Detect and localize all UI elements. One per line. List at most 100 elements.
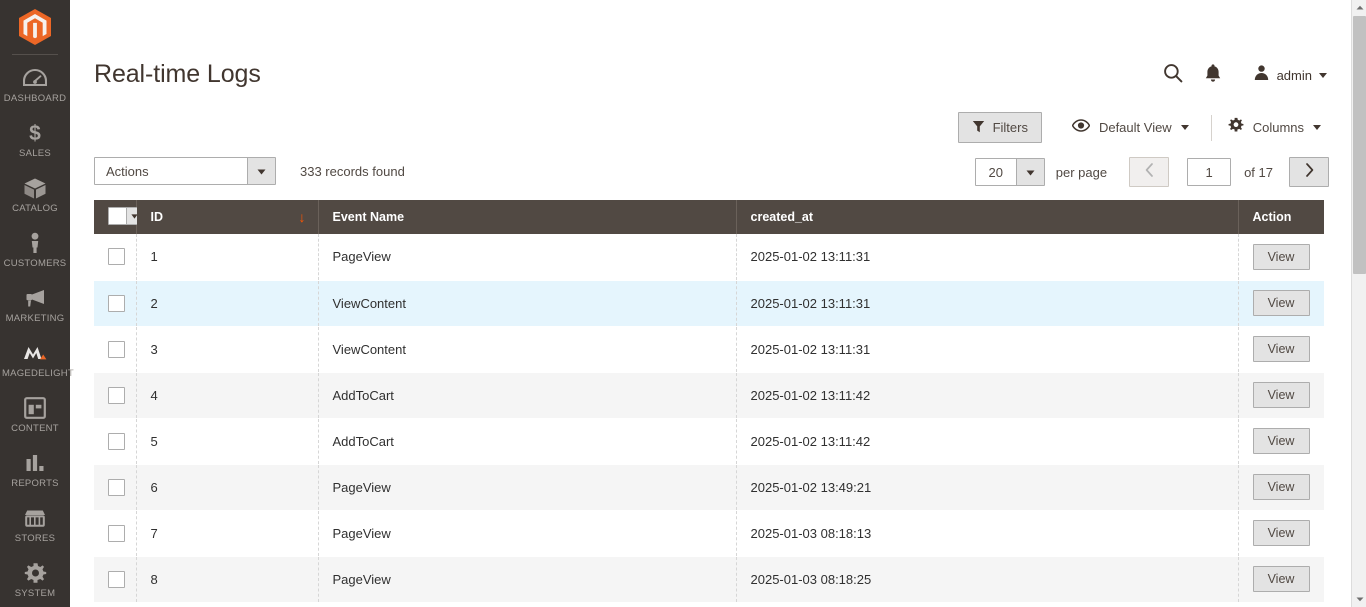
box-icon: [2, 176, 68, 200]
row-select-cell[interactable]: [94, 234, 137, 281]
page-number-input[interactable]: [1187, 158, 1232, 186]
columns-selector[interactable]: Columns: [1220, 112, 1329, 143]
previous-page-button[interactable]: [1129, 157, 1170, 187]
search-icon: [1163, 63, 1183, 88]
cell-action: View: [1238, 556, 1324, 603]
view-button[interactable]: View: [1252, 566, 1310, 592]
user-menu[interactable]: admin: [1251, 60, 1329, 90]
grid-controls: Filters Default View Columns: [957, 112, 1329, 143]
sidebar-item-magedelight[interactable]: MAGEDELIGHT: [0, 332, 74, 387]
sidebar-item-label: SALES: [19, 148, 51, 159]
row-checkbox[interactable]: [108, 570, 125, 588]
svg-text:$: $: [29, 122, 41, 145]
row-checkbox[interactable]: [108, 248, 125, 266]
row-select-cell[interactable]: [94, 418, 137, 465]
search-button[interactable]: [1153, 58, 1193, 92]
scrollbar-thumb[interactable]: [1353, 16, 1366, 274]
per-page-toggle[interactable]: [1015, 159, 1044, 185]
sidebar-item-label: MAGEDELIGHT: [2, 368, 74, 379]
table-row[interactable]: 5 AddToCart 2025-01-02 13:11:42 View: [94, 418, 1324, 465]
column-header-action-label: Action: [1252, 210, 1292, 224]
column-header-created-at[interactable]: created_at: [736, 200, 1239, 234]
row-select-cell[interactable]: [94, 464, 137, 511]
admin-header-actions: admin: [1153, 58, 1329, 92]
column-header-id[interactable]: ID ↓: [136, 200, 319, 234]
sidebar-item-system[interactable]: SYSTEM: [0, 552, 70, 607]
actions-dropdown-toggle[interactable]: [247, 158, 275, 184]
next-page-button[interactable]: [1289, 157, 1329, 187]
cell-action: View: [1238, 326, 1324, 373]
page-scrollbar[interactable]: [1351, 0, 1366, 607]
sidebar-item-reports[interactable]: REPORTS: [0, 442, 70, 497]
column-header-event-name[interactable]: Event Name: [318, 200, 737, 234]
dashboard-icon: [2, 66, 68, 90]
row-select-cell[interactable]: [94, 326, 137, 373]
table-row[interactable]: 6 PageView 2025-01-02 13:49:21 View: [94, 464, 1324, 511]
cell-created-at: 2025-01-03 08:18:25: [736, 556, 1239, 603]
chevron-down-icon: [1180, 125, 1189, 130]
cell-id: 7: [136, 510, 319, 557]
scrollbar-up-arrow[interactable]: [1352, 0, 1366, 15]
filters-button[interactable]: Filters: [957, 112, 1042, 143]
cell-created-at: 2025-01-02 13:11:31: [736, 280, 1239, 327]
view-button[interactable]: View: [1252, 243, 1310, 270]
view-button[interactable]: View: [1252, 474, 1310, 500]
magedelight-icon: [2, 341, 68, 365]
row-checkbox[interactable]: [108, 386, 125, 404]
table-header-row: ID ↓ Event Name created_at Action: [94, 200, 1324, 234]
table-row[interactable]: 3 ViewContent 2025-01-02 13:11:31 View: [94, 326, 1324, 373]
select-all-checkbox[interactable]: [109, 208, 126, 224]
notifications-button[interactable]: [1193, 58, 1233, 92]
sidebar-item-content[interactable]: CONTENT: [0, 387, 70, 442]
sidebar-item-stores[interactable]: STORES: [0, 497, 70, 552]
layout-icon: [2, 396, 68, 420]
admin-page: DASHBOARD $ SALES CATALOG CUSTOMERS MARK…: [0, 0, 1366, 607]
row-checkbox[interactable]: [108, 524, 125, 542]
row-checkbox[interactable]: [108, 478, 125, 496]
cell-action: View: [1238, 510, 1324, 557]
table-row[interactable]: 1 PageView 2025-01-02 13:11:31 View: [94, 234, 1324, 281]
per-page-dropdown[interactable]: 20: [974, 158, 1045, 186]
sidebar-item-customers[interactable]: CUSTOMERS: [0, 222, 70, 277]
columns-label: Columns: [1252, 120, 1304, 135]
page-title: Real-time Logs: [94, 60, 261, 88]
controls-divider: [1210, 114, 1212, 141]
cell-created-at: 2025-01-02 13:11:42: [736, 372, 1239, 419]
table-row[interactable]: 2 ViewContent 2025-01-02 13:11:31 View: [94, 280, 1324, 327]
row-select-cell[interactable]: [94, 510, 137, 557]
sidebar-item-catalog[interactable]: CATALOG: [0, 167, 70, 222]
row-select-cell[interactable]: [94, 372, 137, 419]
view-button[interactable]: View: [1252, 290, 1310, 316]
sidebar-item-dashboard[interactable]: DASHBOARD: [0, 57, 70, 112]
default-view-selector[interactable]: Default View: [1064, 112, 1197, 143]
view-button[interactable]: View: [1252, 336, 1310, 362]
view-button[interactable]: View: [1252, 382, 1310, 408]
actions-dropdown[interactable]: Actions: [94, 157, 276, 185]
view-button[interactable]: View: [1252, 520, 1310, 546]
table-row[interactable]: 7 PageView 2025-01-03 08:18:13 View: [94, 510, 1324, 557]
row-checkbox[interactable]: [108, 340, 125, 358]
sidebar-item-label: DASHBOARD: [3, 93, 67, 104]
row-select-cell[interactable]: [94, 556, 137, 603]
scrollbar-down-arrow[interactable]: [1352, 592, 1366, 607]
sidebar-item-marketing[interactable]: MARKETING: [0, 277, 70, 332]
row-checkbox[interactable]: [108, 294, 125, 312]
row-select-cell[interactable]: [94, 280, 137, 327]
cell-action: View: [1238, 464, 1324, 511]
view-button[interactable]: View: [1252, 428, 1310, 454]
cell-event-name: AddToCart: [318, 418, 737, 465]
cell-event-name: ViewContent: [318, 326, 737, 373]
sidebar-item-label: STORES: [14, 533, 56, 544]
row-checkbox[interactable]: [108, 432, 125, 450]
cell-id: 2: [136, 280, 319, 327]
gear-icon: [1228, 117, 1244, 138]
per-page-value: 20: [988, 164, 1003, 180]
records-found-text: 333 records found: [300, 163, 405, 179]
table-row[interactable]: 4 AddToCart 2025-01-02 13:11:42 View: [94, 372, 1324, 419]
table-row[interactable]: 8 PageView 2025-01-03 08:18:25 View: [94, 556, 1324, 603]
magento-logo[interactable]: [0, 0, 70, 54]
sidebar-item-sales[interactable]: $ SALES: [0, 112, 70, 167]
column-header-created-at-label: created_at: [750, 210, 814, 224]
cell-event-name: PageView: [318, 464, 737, 511]
column-header-select-all[interactable]: [94, 200, 142, 234]
